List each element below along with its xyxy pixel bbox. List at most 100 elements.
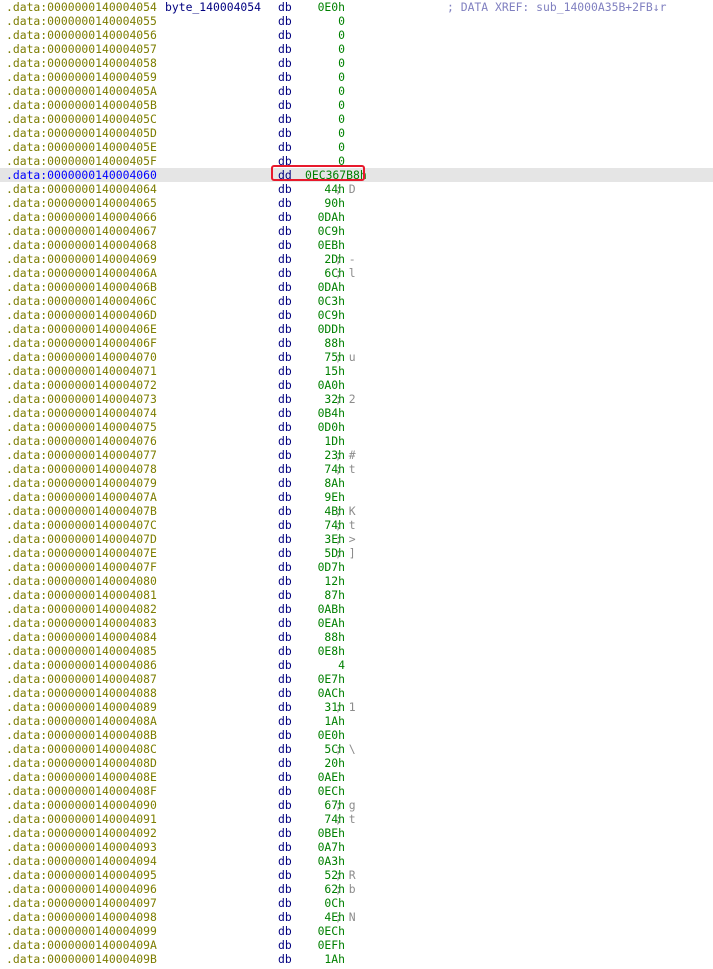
xref-comment[interactable]: ; DATA XREF: sub_14000A35B+2FB↓r: [447, 0, 666, 14]
listing-line[interactable]: .data:000000014000406E db 0DDh: [0, 322, 713, 336]
listing-line[interactable]: .data:000000014000405C db 0: [0, 112, 713, 126]
listing-line[interactable]: .data:000000014000408D db 20h: [0, 756, 713, 770]
listing-line[interactable]: .data:0000000140004099 db 0ECh: [0, 924, 713, 938]
line-value[interactable]: 0EAh: [305, 616, 345, 630]
listing-line[interactable]: .data:000000014000408F db 0ECh: [0, 784, 713, 798]
line-value[interactable]: 0ECh: [305, 924, 345, 938]
listing-line[interactable]: .data:000000014000406D db 0C9h: [0, 308, 713, 322]
line-address[interactable]: .data:0000000140004067: [6, 224, 157, 238]
line-address[interactable]: .data:0000000140004064: [6, 182, 157, 196]
listing-line[interactable]: .data:0000000140004090 db 67h; g: [0, 798, 713, 812]
line-value[interactable]: 0: [305, 84, 345, 98]
listing-line[interactable]: .data:0000000140004079 db 8Ah: [0, 476, 713, 490]
line-address[interactable]: .data:0000000140004084: [6, 630, 157, 644]
line-address[interactable]: .data:000000014000409A: [6, 938, 157, 952]
listing-line[interactable]: .data:0000000140004074 db 0B4h: [0, 406, 713, 420]
line-address[interactable]: .data:0000000140004065: [6, 196, 157, 210]
line-address[interactable]: .data:0000000140004060: [6, 168, 157, 182]
line-value[interactable]: 8Ah: [305, 476, 345, 490]
listing-line[interactable]: .data:0000000140004054 byte_140004054 ; DA…: [0, 0, 713, 14]
line-address[interactable]: .data:0000000140004093: [6, 840, 157, 854]
listing-line[interactable]: .data:000000014000408A db 1Ah: [0, 714, 713, 728]
line-value[interactable]: 0: [305, 140, 345, 154]
line-value[interactable]: 0Ch: [305, 896, 345, 910]
line-value[interactable]: 0ACh: [305, 686, 345, 700]
line-address[interactable]: .data:000000014000408F: [6, 784, 157, 798]
line-value[interactable]: 0DAh: [305, 280, 345, 294]
line-address[interactable]: .data:0000000140004071: [6, 364, 157, 378]
line-address[interactable]: .data:000000014000405C: [6, 112, 157, 126]
line-address[interactable]: .data:0000000140004072: [6, 378, 157, 392]
listing-line[interactable]: .data:0000000140004066 db 0DAh: [0, 210, 713, 224]
line-address[interactable]: .data:000000014000406F: [6, 336, 157, 350]
line-address[interactable]: .data:000000014000405D: [6, 126, 157, 140]
listing-line[interactable]: .data:000000014000407E db 5Dh; ]: [0, 546, 713, 560]
line-value[interactable]: 0: [305, 126, 345, 140]
line-address[interactable]: .data:0000000140004073: [6, 392, 157, 406]
line-address[interactable]: .data:000000014000407A: [6, 490, 157, 504]
line-value[interactable]: 1Ah: [305, 952, 345, 966]
line-value[interactable]: 0EBh: [305, 238, 345, 252]
line-address[interactable]: .data:0000000140004081: [6, 588, 157, 602]
line-value[interactable]: 0DAh: [305, 210, 345, 224]
listing-line[interactable]: .data:0000000140004068 db 0EBh: [0, 238, 713, 252]
line-address[interactable]: .data:0000000140004097: [6, 896, 157, 910]
listing-line[interactable]: .data:0000000140004098 db 4Eh; N: [0, 910, 713, 924]
line-value[interactable]: 0ECh: [305, 784, 345, 798]
listing-line[interactable]: .data:0000000140004096 db 62h; b: [0, 882, 713, 896]
line-address[interactable]: .data:0000000140004083: [6, 616, 157, 630]
listing-line[interactable]: .data:0000000140004076 db 1Dh: [0, 434, 713, 448]
line-value[interactable]: 4: [305, 658, 345, 672]
line-value[interactable]: 0D0h: [305, 420, 345, 434]
line-address[interactable]: .data:0000000140004056: [6, 28, 157, 42]
line-value[interactable]: 90h: [305, 196, 345, 210]
listing-line[interactable]: .data:0000000140004082 db 0ABh: [0, 602, 713, 616]
line-address[interactable]: .data:0000000140004085: [6, 644, 157, 658]
line-address[interactable]: .data:000000014000407C: [6, 518, 157, 532]
listing-line[interactable]: .data:0000000140004077 db 23h; #: [0, 448, 713, 462]
line-value[interactable]: 0C9h: [305, 308, 345, 322]
line-value[interactable]: 87h: [305, 588, 345, 602]
line-value[interactable]: 0: [305, 56, 345, 70]
listing-line[interactable]: .data:000000014000407B db 4Bh; K: [0, 504, 713, 518]
line-value[interactable]: 0: [305, 112, 345, 126]
line-address[interactable]: .data:000000014000408A: [6, 714, 157, 728]
line-address[interactable]: .data:0000000140004074: [6, 406, 157, 420]
line-address[interactable]: .data:0000000140004090: [6, 798, 157, 812]
line-address[interactable]: .data:000000014000407E: [6, 546, 157, 560]
line-value[interactable]: 0A7h: [305, 840, 345, 854]
line-value[interactable]: 1Dh: [305, 434, 345, 448]
line-address[interactable]: .data:000000014000406A: [6, 266, 157, 280]
line-address[interactable]: .data:0000000140004094: [6, 854, 157, 868]
listing-line[interactable]: .data:0000000140004067 db 0C9h: [0, 224, 713, 238]
listing-line[interactable]: .data:0000000140004064 db 44h; D: [0, 182, 713, 196]
line-value[interactable]: 0: [305, 98, 345, 112]
line-address[interactable]: .data:0000000140004086: [6, 658, 157, 672]
line-address[interactable]: .data:0000000140004096: [6, 882, 157, 896]
listing-line[interactable]: .data:0000000140004073 db 32h; 2: [0, 392, 713, 406]
listing-line[interactable]: .data:000000014000407A db 9Eh: [0, 490, 713, 504]
line-value[interactable]: 88h: [305, 336, 345, 350]
listing-line[interactable]: .data:000000014000406F db 88h: [0, 336, 713, 350]
line-address[interactable]: .data:000000014000409B: [6, 952, 157, 966]
line-address[interactable]: .data:0000000140004089: [6, 700, 157, 714]
line-value[interactable]: 0A0h: [305, 378, 345, 392]
listing-line[interactable]: .data:0000000140004091 db 74h; t: [0, 812, 713, 826]
line-address[interactable]: .data:0000000140004077: [6, 448, 157, 462]
line-value[interactable]: 0: [305, 70, 345, 84]
listing-line[interactable]: .data:000000014000408B db 0E0h: [0, 728, 713, 742]
listing-line[interactable]: .data:0000000140004075 db 0D0h: [0, 420, 713, 434]
listing-line[interactable]: .data:000000014000406A db 6Ch; l: [0, 266, 713, 280]
listing-line[interactable]: .data:000000014000408C db 5Ch; \: [0, 742, 713, 756]
listing-line[interactable]: .data:0000000140004065 db 90h: [0, 196, 713, 210]
line-address[interactable]: .data:0000000140004091: [6, 812, 157, 826]
line-value[interactable]: 0DDh: [305, 322, 345, 336]
listing-line[interactable]: .data:0000000140004093 db 0A7h: [0, 840, 713, 854]
line-address[interactable]: .data:000000014000405F: [6, 154, 157, 168]
line-address[interactable]: .data:000000014000408D: [6, 756, 157, 770]
line-value[interactable]: 0D7h: [305, 560, 345, 574]
line-value[interactable]: 0: [305, 14, 345, 28]
line-address[interactable]: .data:0000000140004068: [6, 238, 157, 252]
line-address[interactable]: .data:0000000140004054: [6, 0, 157, 14]
line-value[interactable]: 20h: [305, 756, 345, 770]
